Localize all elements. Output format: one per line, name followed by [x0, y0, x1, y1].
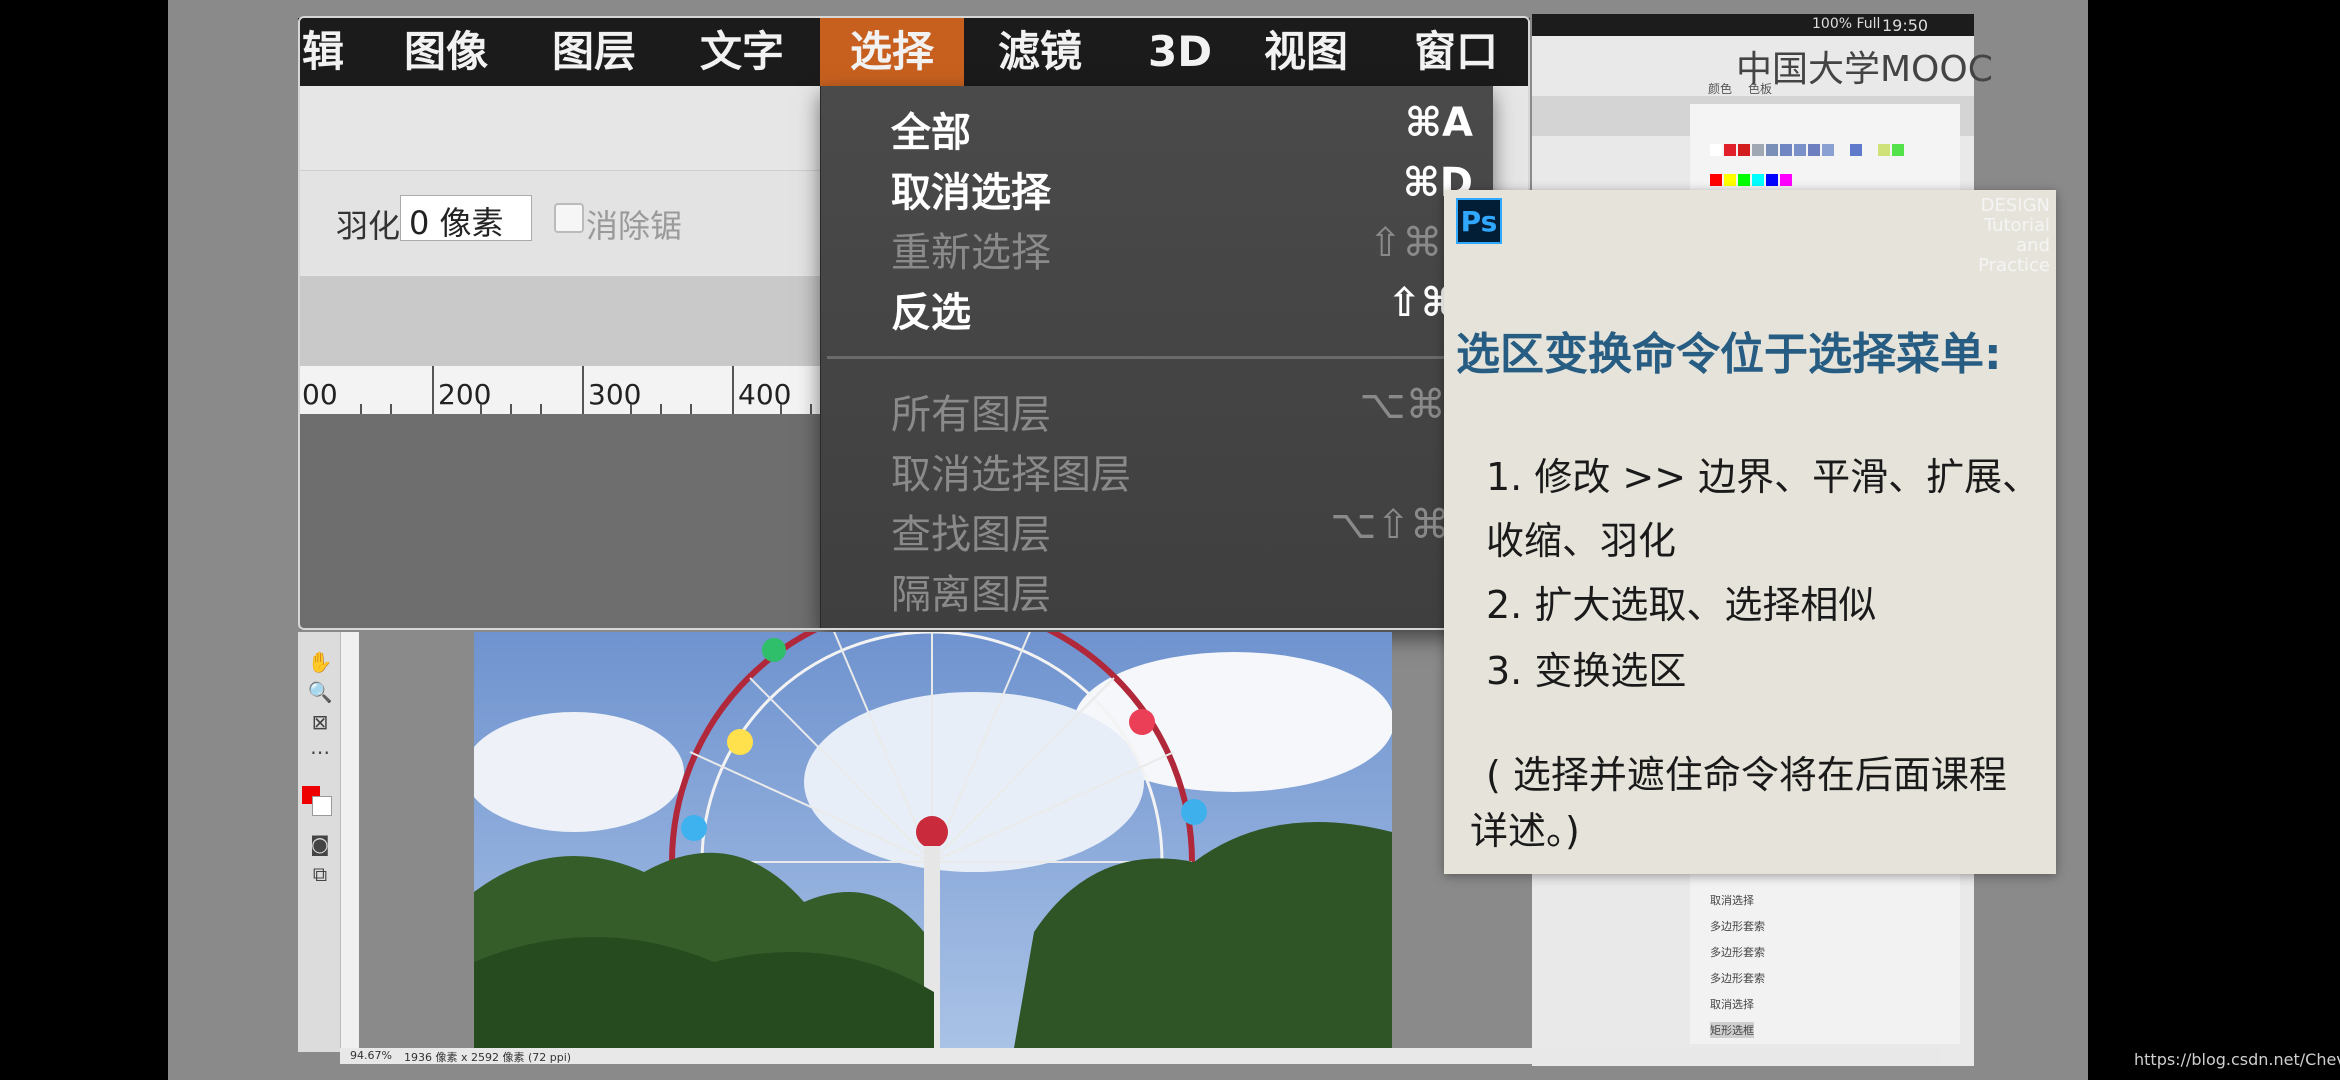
menu-bar: 辑 图像 图层 文字 选择 滤镜 3D 视图 窗口: [298, 18, 1530, 86]
menu-view[interactable]: 视图: [1264, 18, 1348, 86]
menu-item-deselect[interactable]: 取消选择: [891, 160, 1051, 218]
hand-tool-icon[interactable]: ✋: [306, 650, 334, 674]
menu-image[interactable]: 图像: [404, 18, 488, 86]
menu-type[interactable]: 文字: [700, 18, 784, 86]
zoom-level: 94.67%: [350, 1049, 392, 1062]
zoom-tool-icon[interactable]: 🔍: [306, 680, 334, 704]
history-item-active[interactable]: 矩形选框: [1710, 1022, 1754, 1038]
menu-3d[interactable]: 3D: [1148, 18, 1212, 86]
card-brand-line: and: [2016, 235, 2050, 256]
photo-illustration: [474, 632, 1392, 1048]
menu-separator: [827, 356, 1487, 359]
menu-item-inverse[interactable]: 反选: [891, 280, 971, 338]
card-brand-line: Practice: [1978, 255, 2050, 276]
ruler-label: 200: [438, 378, 492, 411]
card-title: 选区变换命令位于选择菜单:: [1456, 329, 2002, 380]
menu-window[interactable]: 窗口: [1414, 18, 1498, 86]
document-info: 1936 像素 x 2592 像素 (72 ppi): [404, 1051, 572, 1064]
menu-item-isolate-layers[interactable]: 隔离图层: [891, 562, 1051, 620]
menu-edit[interactable]: 辑: [302, 18, 344, 86]
swatch-grid: [1710, 144, 1904, 186]
screen-mode-icon[interactable]: ⧉: [306, 862, 334, 886]
vertical-ruler: [340, 632, 359, 1052]
history-item[interactable]: 多边形套索: [1710, 970, 1765, 986]
menu-filter[interactable]: 滤镜: [998, 18, 1082, 86]
antialias-checkbox[interactable]: [554, 203, 584, 233]
history-item[interactable]: 取消选择: [1710, 996, 1754, 1012]
card-brand-line: DESIGN: [1980, 195, 2050, 216]
photoshop-badge: Ps: [1456, 198, 1502, 244]
more-tools-icon[interactable]: ⋯: [306, 740, 334, 764]
menu-item-find-layers[interactable]: 查找图层: [891, 502, 1051, 560]
status-bar: 94.67% 1936 像素 x 2592 像素 (72 ppi): [340, 1048, 1940, 1064]
menu-item-all[interactable]: 全部: [891, 100, 971, 158]
canvas-area: [300, 414, 830, 630]
card-line: 1. 修改 >> 边界、平滑、扩展、: [1486, 455, 2041, 499]
feather-input[interactable]: 0 像素: [400, 195, 532, 242]
card-line: 收缩、羽化: [1486, 519, 1677, 563]
tab-color[interactable]: 颜色: [1708, 80, 1732, 97]
card-line: ( 选择并遮住命令将在后面课程: [1486, 753, 2007, 797]
card-brand-line: Tutorial: [1983, 215, 2050, 236]
ruler-label: 300: [588, 378, 642, 411]
clock: 19:50: [1882, 16, 1929, 35]
menu-item-deselect-layers[interactable]: 取消选择图层: [891, 442, 1131, 500]
quick-mask-icon[interactable]: ◙: [306, 832, 334, 856]
antialias-label: 消除锯: [586, 207, 683, 245]
card-line: 3. 变换选区: [1486, 649, 1687, 693]
ruler-label: 00: [302, 378, 338, 411]
background-color-swatch[interactable]: [312, 796, 332, 816]
card-brand: DESIGN Tutorial and Practice: [1960, 196, 2050, 276]
menu-item-all-layers[interactable]: 所有图层: [891, 382, 1051, 440]
menu-select[interactable]: 选择: [820, 18, 965, 86]
card-line: 详述。): [1470, 809, 1580, 853]
battery-label: 100% Full: [1812, 16, 1881, 32]
feather-toolbar: 羽化: 0 像素 消除锯: [300, 170, 820, 275]
ferris-wheel-photo: [474, 632, 1392, 1048]
swatches-panel: [1690, 104, 1960, 194]
history-item[interactable]: 多边形套索: [1710, 918, 1765, 934]
mooc-logo: 中国大学MOOC: [1736, 49, 1993, 90]
artboard-tool-icon[interactable]: ⊠: [306, 710, 334, 734]
history-item[interactable]: 取消选择: [1710, 892, 1754, 908]
history-item[interactable]: 多边形套索: [1710, 944, 1765, 960]
macos-status-bar: 100% Full 19:50: [1532, 14, 1974, 36]
ruler-label: 400: [738, 378, 792, 411]
select-menu-dropdown: 全部 ⌘A 取消选择 ⌘D 重新选择 ⇧⌘D 反选 ⇧⌘I 所有图层 ⌥⌘A 取…: [820, 86, 1493, 630]
menu-layer[interactable]: 图层: [552, 18, 636, 86]
card-line: 2. 扩大选取、选择相似: [1486, 583, 1877, 627]
shortcut-all: ⌘A: [1404, 100, 1473, 146]
watermark-url: https://blog.csdn.net/Chevily: [2134, 1050, 2340, 1069]
horizontal-ruler: 00 200 300 400: [300, 366, 830, 415]
menu-item-reselect[interactable]: 重新选择: [891, 220, 1051, 278]
history-panel: 取消选择 多边形套索 多边形套索 多边形套索 取消选择 矩形选框: [1690, 864, 1960, 1044]
